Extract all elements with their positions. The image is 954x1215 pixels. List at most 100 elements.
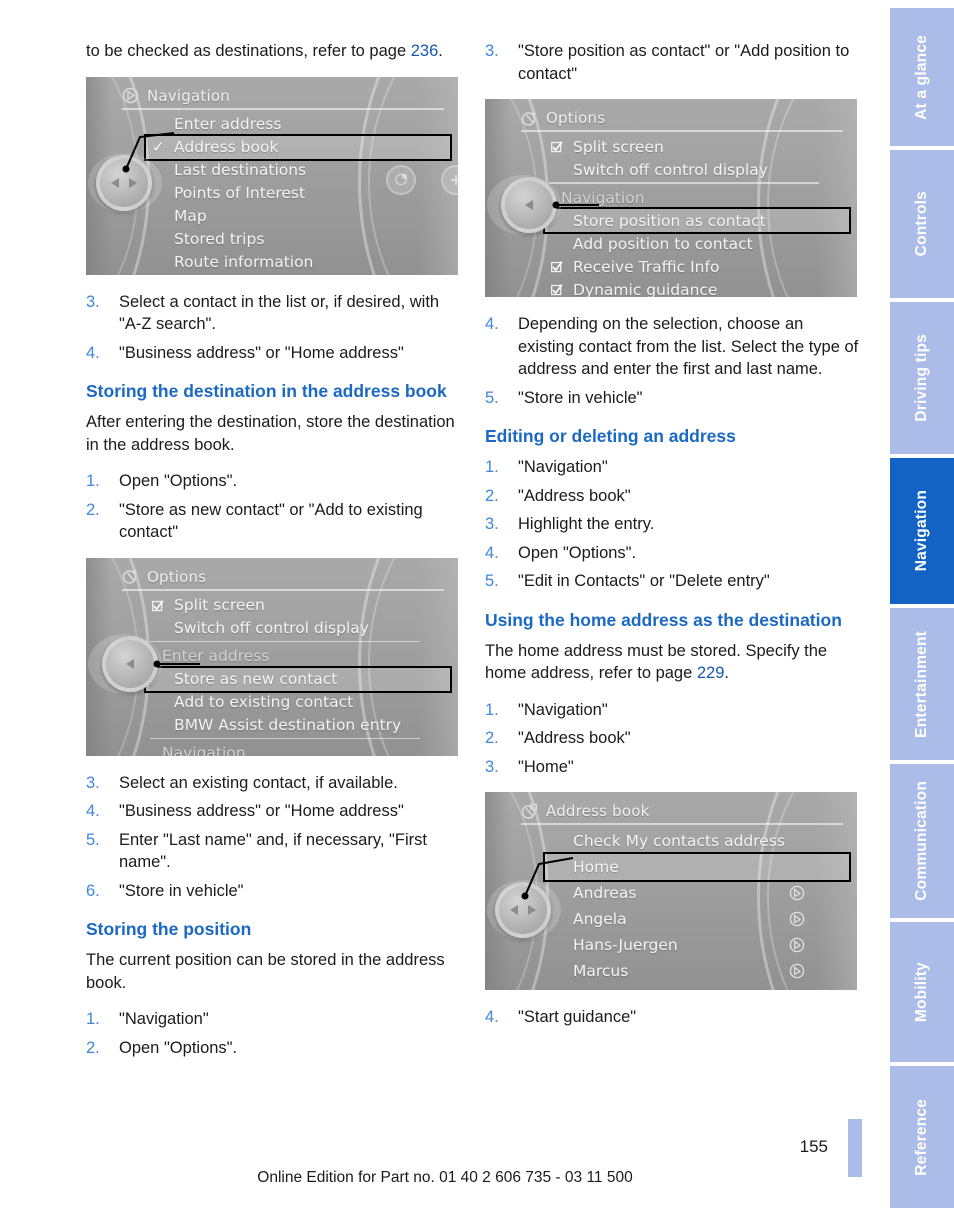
- menu-item-label: Switch off control display: [573, 160, 768, 179]
- arrow-left-icon: [510, 905, 518, 915]
- menu-item[interactable]: BMW Assist destination entry: [146, 714, 450, 737]
- tab-navigation[interactable]: Navigation: [890, 458, 954, 604]
- step-number: 2.: [86, 1038, 100, 1057]
- page-number: 155: [799, 1137, 828, 1156]
- tab-controls[interactable]: Controls: [890, 150, 954, 298]
- tab-mobility[interactable]: Mobility: [890, 922, 954, 1062]
- steps-list-c: 3. Select an existing contact, if availab…: [86, 772, 461, 903]
- step-text: "Store in vehicle": [518, 388, 643, 407]
- step-item: 5. Enter "Last name" and, if necessary, "…: [86, 829, 461, 874]
- step-item: 3. Select a contact in the list or, if de…: [86, 291, 461, 336]
- step-text: Select a contact in the list or, if desi…: [119, 292, 440, 334]
- section-heading-editing-deleting: Editing or deleting an address: [485, 426, 736, 446]
- step-item: 4. "Business address" or "Home address": [86, 800, 461, 823]
- menu-item-label: Points of Interest: [174, 184, 306, 202]
- tab-label: Mobility: [913, 961, 930, 1023]
- menu-section-label: Enter address: [162, 647, 270, 665]
- menu-item-split-screen[interactable]: Split screen: [146, 594, 450, 617]
- step-item: 1. "Navigation": [86, 1008, 461, 1031]
- step-number: 1.: [86, 472, 100, 490]
- tab-label: Reference: [913, 1098, 930, 1176]
- menu-item[interactable]: Map: [146, 205, 450, 228]
- menu-item[interactable]: Add to existing contact: [146, 691, 450, 714]
- list-item[interactable]: Andreas: [545, 880, 849, 906]
- options-star-icon: [521, 110, 538, 127]
- checkbox-checked-icon: [551, 282, 563, 296]
- steps-list-b: 4. Depending on the selection, choose an …: [485, 313, 860, 409]
- tab-communication[interactable]: Communication: [890, 764, 954, 918]
- arrow-left-icon: [111, 177, 119, 188]
- step-number: 2.: [485, 729, 499, 747]
- intro-text-after: .: [438, 42, 443, 60]
- menu-item-selected[interactable]: Store position as contact: [543, 207, 851, 234]
- checkbox-checked-icon: [152, 598, 164, 611]
- steps-list-b: 1. Open "Options". 2. "Store as new contac…: [86, 470, 461, 544]
- step-text: "Navigation": [518, 458, 608, 476]
- menu-item-dynamic-guidance[interactable]: Dynamic guidance: [545, 278, 849, 297]
- menu-item-label: Receive Traffic Info: [573, 257, 720, 276]
- tab-reference[interactable]: Reference: [890, 1066, 954, 1208]
- list-item[interactable]: Check My contacts address: [545, 828, 849, 854]
- idrive-controller[interactable]: [102, 635, 158, 692]
- step-number: 1.: [485, 458, 499, 476]
- menu-item[interactable]: Route information: [146, 251, 450, 274]
- step-item: 2. "Address book": [485, 727, 860, 750]
- tab-entertainment[interactable]: Entertainment: [890, 608, 954, 760]
- menu-item[interactable]: Switch off control display: [545, 158, 849, 181]
- idrive-controller[interactable]: [495, 882, 551, 938]
- menu-item-selected[interactable]: ✓ Address book: [144, 133, 452, 161]
- idrive-controller[interactable]: [96, 154, 152, 211]
- header-divider: [521, 823, 843, 825]
- screen-title: Options: [546, 109, 606, 127]
- steps-list-a: 3. "Store position as contact" or "Add po…: [485, 40, 860, 85]
- navigation-arrow-icon: [122, 87, 139, 104]
- tab-label: Communication: [913, 781, 930, 901]
- menu-item-receive-traffic-info[interactable]: Receive Traffic Info: [545, 255, 849, 278]
- menu-item[interactable]: Enter address: [146, 113, 450, 136]
- body-text-before: The home address must be stored. Specify…: [485, 641, 828, 683]
- tab-label: Controls: [913, 191, 930, 257]
- step-text: "Address book": [518, 729, 631, 747]
- step-number: 5.: [86, 830, 100, 849]
- menu-item-selected[interactable]: Store as new contact: [144, 665, 452, 693]
- tab-driving-tips[interactable]: Driving tips: [890, 302, 954, 454]
- step-number: 3.: [86, 292, 100, 311]
- step-item: 4. Depending on the selection, choose an …: [485, 313, 860, 381]
- menu-item-label: Map: [174, 207, 207, 225]
- step-number: 6.: [86, 881, 100, 900]
- tab-at-a-glance[interactable]: At a glance: [890, 8, 954, 146]
- step-number: 4.: [86, 343, 100, 362]
- menu-item-split-screen[interactable]: Split screen: [545, 135, 849, 158]
- two-column-body: to be checked as destinations, refer to …: [86, 40, 861, 1073]
- steps-list-c: 1. "Navigation" 2. "Address book" 3. Highli…: [485, 456, 860, 593]
- step-item: 5. "Store in vehicle": [485, 387, 860, 410]
- list-item-selected[interactable]: Home: [543, 852, 851, 882]
- list-item[interactable]: Hans-Juergen: [545, 932, 849, 958]
- menu-item[interactable]: Add position to contact: [545, 232, 849, 255]
- screen-title: Address book: [546, 802, 650, 820]
- screen-header: Options: [122, 565, 448, 589]
- step-text: "Store position as contact" or "Add posi…: [518, 42, 850, 83]
- right-column: 3. "Store position as contact" or "Add po…: [485, 40, 860, 1073]
- list-item[interactable]: Angela: [545, 906, 849, 932]
- manual-page: to be checked as destinations, refer to …: [0, 0, 954, 1215]
- step-number: 3.: [485, 757, 499, 776]
- idrive-controller[interactable]: [501, 177, 557, 233]
- step-item: 2. Open "Options".: [86, 1037, 461, 1060]
- step-text: "Business address" or "Home address": [119, 343, 404, 362]
- page-reference-229[interactable]: 229: [697, 664, 725, 682]
- page-reference-236[interactable]: 236: [411, 42, 439, 60]
- menu-item[interactable]: Switch off control display: [146, 617, 450, 640]
- menu-item-label: Split screen: [174, 596, 265, 614]
- step-number: 2.: [86, 500, 100, 519]
- menu-section-header: Navigation: [146, 737, 450, 756]
- menu-section-header: Enter address: [146, 640, 450, 668]
- step-number: 1.: [86, 1010, 100, 1028]
- list-item[interactable]: Marcus: [545, 958, 849, 984]
- menu-item[interactable]: Stored trips: [146, 228, 450, 251]
- arrow-left-icon: [126, 658, 134, 669]
- step-number: 4.: [485, 543, 499, 562]
- step-number: 5.: [485, 388, 499, 407]
- step-text: "Home": [518, 757, 574, 776]
- checkbox-checked-icon: [551, 259, 563, 273]
